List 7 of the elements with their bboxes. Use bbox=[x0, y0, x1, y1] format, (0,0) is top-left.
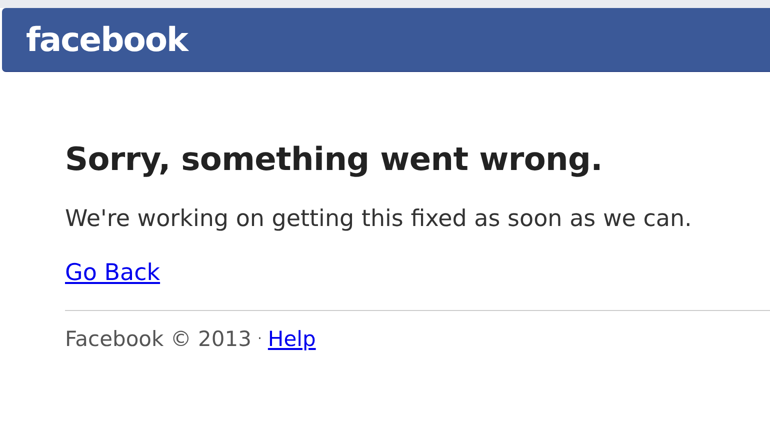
separator-dot: · bbox=[257, 331, 262, 347]
copyright-text: Facebook © 2013 bbox=[65, 327, 252, 351]
go-back-link[interactable]: Go Back bbox=[65, 260, 160, 286]
help-link[interactable]: Help bbox=[268, 327, 316, 351]
logo[interactable]: facebook bbox=[26, 20, 188, 59]
error-message: We're working on getting this fixed as soon as we can. bbox=[65, 206, 693, 232]
error-title: Sorry, something went wrong. bbox=[65, 140, 604, 178]
